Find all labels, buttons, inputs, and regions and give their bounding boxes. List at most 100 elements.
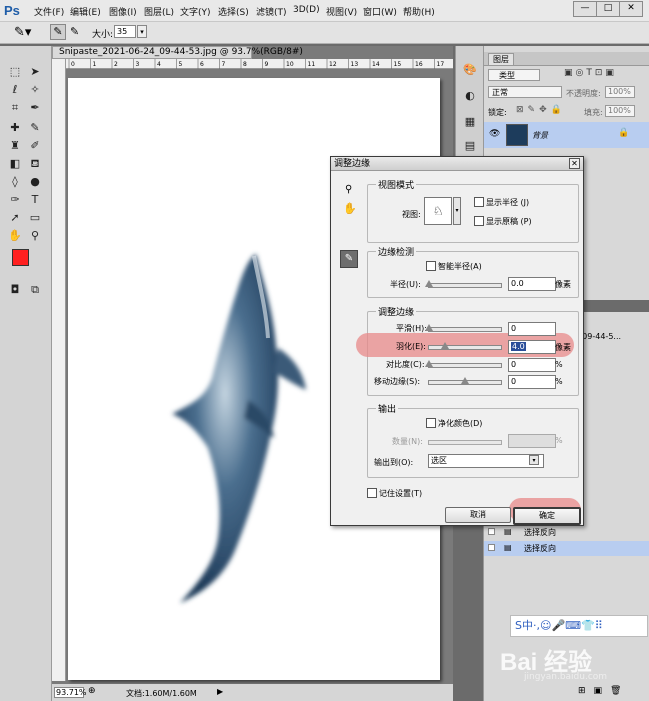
radius-slider[interactable]: [425, 280, 502, 288]
path-select-icon[interactable]: ➚: [6, 210, 24, 226]
zoom-readout[interactable]: 93.71%: [54, 687, 87, 698]
menu-file[interactable]: 文件(F): [34, 5, 64, 18]
brush-tool-icon[interactable]: ✎: [26, 120, 44, 136]
ruler-tick-label: 17: [437, 61, 445, 68]
crop-tool-icon[interactable]: ⌗: [6, 100, 24, 116]
type-tool-icon[interactable]: T: [26, 192, 44, 208]
foreground-color-swatch[interactable]: [12, 249, 29, 266]
pen-tool-icon[interactable]: ✑: [6, 192, 24, 208]
refine-radius-icon[interactable]: ✎: [50, 24, 66, 40]
show-radius-checkbox[interactable]: [474, 197, 484, 207]
layer-row-background[interactable]: 👁 背景 🔒: [484, 122, 649, 148]
menu-help[interactable]: 帮助(H): [403, 5, 435, 18]
dialog-close-icon[interactable]: ✕: [569, 158, 580, 169]
healing-brush-icon[interactable]: ✚: [6, 120, 24, 136]
refine-brush-icon[interactable]: ✎: [340, 250, 358, 268]
dodge-tool-icon[interactable]: ●: [26, 174, 44, 190]
document-tab[interactable]: Snipaste_2021-06-24_09-44-53.jpg @ 93.7%…: [52, 46, 303, 59]
menu-3d[interactable]: 3D(D): [293, 5, 320, 15]
channels-panel-icon[interactable]: ▤: [461, 138, 479, 154]
cancel-button[interactable]: 取消: [445, 507, 511, 523]
size-dropdown-icon[interactable]: ▾: [137, 25, 147, 38]
visibility-eye-icon[interactable]: 👁: [489, 129, 500, 139]
eyedropper-tool-icon[interactable]: ✒: [26, 100, 44, 116]
contrast-slider[interactable]: [425, 360, 502, 368]
smart-radius-checkbox[interactable]: [426, 261, 436, 271]
shift-edge-slider-knob[interactable]: [461, 377, 469, 384]
blend-mode-select[interactable]: 正常: [488, 86, 562, 98]
adjustments-panel-icon[interactable]: ◐: [461, 88, 479, 104]
zoom-tool-icon[interactable]: ⚲: [26, 228, 44, 244]
status-menu-arrow-icon[interactable]: ▶: [217, 687, 223, 696]
fill-input[interactable]: 100%: [605, 105, 635, 117]
hand-tool-icon[interactable]: ✋: [6, 228, 24, 244]
menu-view[interactable]: 视图(V): [326, 5, 357, 18]
smooth-slider-knob[interactable]: [425, 324, 433, 331]
view-thumbnail[interactable]: ♘: [424, 197, 452, 225]
smooth-slider[interactable]: [425, 324, 502, 332]
maximize-button[interactable]: □: [596, 1, 620, 17]
doc-info: 文档:1.60M/1.60M: [126, 689, 197, 698]
quick-mask-icon[interactable]: ◘: [6, 282, 24, 298]
swatches-panel-icon[interactable]: ▦: [461, 114, 479, 130]
radius-input[interactable]: 0.0: [508, 277, 556, 291]
history-checkbox[interactable]: [488, 528, 495, 535]
history-checkbox[interactable]: [488, 544, 495, 551]
output-to-select[interactable]: 选区: [428, 454, 544, 468]
layer-kind-filter[interactable]: 类型: [488, 69, 540, 81]
screen-mode-icon[interactable]: ⧉: [26, 282, 44, 298]
quick-select-tool-icon[interactable]: ✧: [26, 82, 44, 98]
history-brush-icon[interactable]: ✐: [26, 138, 44, 154]
menu-type[interactable]: 文字(Y): [180, 5, 211, 18]
menu-filter[interactable]: 滤镜(T): [256, 5, 287, 18]
remember-settings-checkbox[interactable]: [367, 488, 377, 498]
move-tool-icon[interactable]: ➤: [26, 64, 44, 80]
hand-icon[interactable]: ✋: [343, 202, 357, 215]
layers-tab[interactable]: 图层: [488, 53, 514, 66]
eraser-tool-icon[interactable]: ◧: [6, 156, 24, 172]
lasso-tool-icon[interactable]: ℓ: [6, 82, 24, 98]
radius-slider-knob[interactable]: [425, 280, 433, 287]
menu-edit[interactable]: 编辑(E): [70, 5, 101, 18]
ime-toolbar[interactable]: S中·,☺🎤⌨👕⠿: [510, 615, 648, 637]
history-item-active[interactable]: ▤ 选择反向: [484, 541, 649, 556]
contrast-input[interactable]: 0: [508, 358, 556, 372]
menu-select[interactable]: 选择(S): [218, 5, 249, 18]
lock-icons[interactable]: ⊠✎✥🔒: [516, 105, 566, 115]
opacity-input[interactable]: 100%: [605, 86, 635, 98]
ruler-tick-label: 3: [136, 61, 140, 68]
feather-slider-knob[interactable]: [441, 342, 449, 349]
close-button[interactable]: ✕: [619, 1, 643, 17]
output-to-dropdown-icon[interactable]: ▾: [529, 455, 539, 465]
menu-image[interactable]: 图像(I): [109, 5, 137, 18]
shape-tool-icon[interactable]: ▭: [26, 210, 44, 226]
feather-input[interactable]: 4.0: [508, 340, 556, 354]
size-input[interactable]: 35: [114, 25, 136, 38]
tools-panel: ⬚ ➤ ℓ ✧ ⌗ ✒ ✚ ✎ ♜ ✐ ◧ ⛾ ◊ ● ✑ T ➚ ▭ ✋ ⚲ …: [0, 46, 52, 701]
view-dropdown-icon[interactable]: ▾: [453, 197, 461, 225]
marquee-tool-icon[interactable]: ⬚: [6, 64, 24, 80]
ok-button[interactable]: 确定: [513, 507, 581, 525]
show-original-checkbox[interactable]: [474, 216, 484, 226]
menu-window[interactable]: 窗口(W): [363, 5, 397, 18]
layer-name[interactable]: 背景: [532, 130, 548, 141]
zoom-icon[interactable]: ⚲: [345, 184, 352, 195]
vertical-ruler: [52, 59, 66, 681]
shift-edge-input[interactable]: 0: [508, 375, 556, 389]
menu-layer[interactable]: 图层(L): [144, 5, 174, 18]
layer-filter-icons[interactable]: ▣◎T⊡▣: [564, 68, 617, 78]
color-panel-icon[interactable]: 🎨: [461, 62, 479, 78]
feather-slider[interactable]: [428, 342, 502, 350]
shift-edge-slider[interactable]: [428, 377, 502, 385]
minimize-button[interactable]: —: [573, 1, 597, 17]
stamp-tool-icon[interactable]: ♜: [6, 138, 24, 154]
bucket-tool-icon[interactable]: ⛾: [26, 156, 44, 172]
erase-refinement-icon[interactable]: ✎: [70, 25, 79, 38]
history-footer-icons[interactable]: ⊞▣🗑: [578, 686, 629, 696]
contrast-slider-knob[interactable]: [425, 360, 433, 367]
decontaminate-checkbox[interactable]: [426, 418, 436, 428]
smooth-input[interactable]: 0: [508, 322, 556, 336]
brush-tool-icon[interactable]: ✎▾: [14, 25, 31, 40]
history-item[interactable]: ▤ 选择反向: [484, 525, 649, 540]
blur-tool-icon[interactable]: ◊: [6, 174, 24, 190]
